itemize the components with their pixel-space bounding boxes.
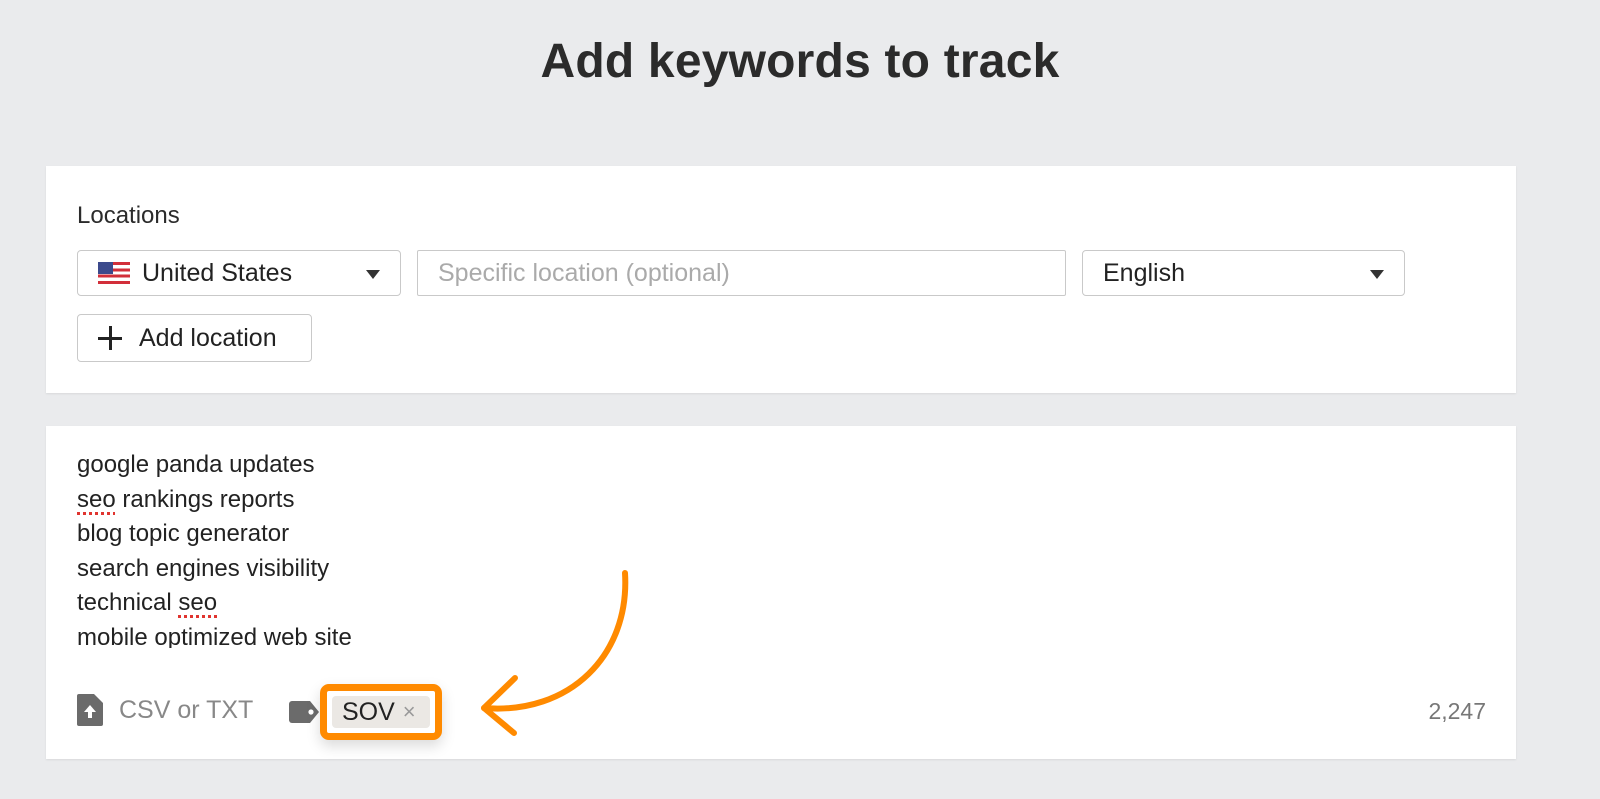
country-select-value: United States xyxy=(142,258,293,287)
keywords-textarea[interactable]: google panda updates seo rankings reports… xyxy=(77,448,352,648)
keyword-text: technical xyxy=(77,589,179,616)
language-select[interactable]: English xyxy=(1082,250,1405,296)
us-flag-icon xyxy=(98,262,130,284)
page-title: Add keywords to track xyxy=(540,35,1060,88)
keyword-line: blog topic generator xyxy=(77,517,352,552)
chevron-down-icon xyxy=(1370,270,1384,279)
keyword-line: google panda updates xyxy=(77,448,352,483)
add-location-label: Add location xyxy=(139,323,277,352)
upload-file-button[interactable]: CSV or TXT xyxy=(77,694,253,726)
keyword-text: mobile optimized web site xyxy=(77,623,352,649)
keyword-line: search engines visibility xyxy=(77,552,352,587)
tag-chip-sov[interactable]: SOV × xyxy=(332,696,430,728)
specific-location-input[interactable] xyxy=(417,250,1066,296)
keywords-footer: CSV or TXT SOV × 2,247 xyxy=(77,684,1486,740)
keyword-text: rankings reports xyxy=(115,485,295,513)
keywords-card: google panda updates seo rankings reports… xyxy=(46,426,1516,759)
keyword-text: blog topic generator xyxy=(77,520,290,547)
keyword-text: google panda updates xyxy=(77,451,315,478)
file-upload-icon xyxy=(77,694,103,726)
plus-icon xyxy=(98,326,122,350)
country-select[interactable]: United States xyxy=(77,250,401,296)
tag-highlight-box: SOV × xyxy=(320,684,442,740)
misspelled-word: seo xyxy=(77,485,116,513)
close-icon[interactable]: × xyxy=(403,699,416,725)
locations-label: Locations xyxy=(77,202,180,229)
keyword-line: seo rankings reports xyxy=(77,483,352,518)
upload-file-label: CSV or TXT xyxy=(119,695,254,724)
misspelled-word: seo xyxy=(178,589,218,616)
keyword-text: search engines visibility xyxy=(77,554,330,582)
keyword-count: 2,247 xyxy=(1428,698,1486,724)
chevron-down-icon xyxy=(366,270,380,279)
tag-label: SOV xyxy=(342,697,395,726)
keyword-line: technical seo xyxy=(77,586,352,621)
keyword-line: mobile optimized web site xyxy=(77,621,352,649)
language-select-value: English xyxy=(1103,258,1185,287)
locations-card: Locations United States English Add loca… xyxy=(46,166,1516,393)
add-location-button[interactable]: Add location xyxy=(77,314,312,362)
tag-icon xyxy=(289,701,319,723)
